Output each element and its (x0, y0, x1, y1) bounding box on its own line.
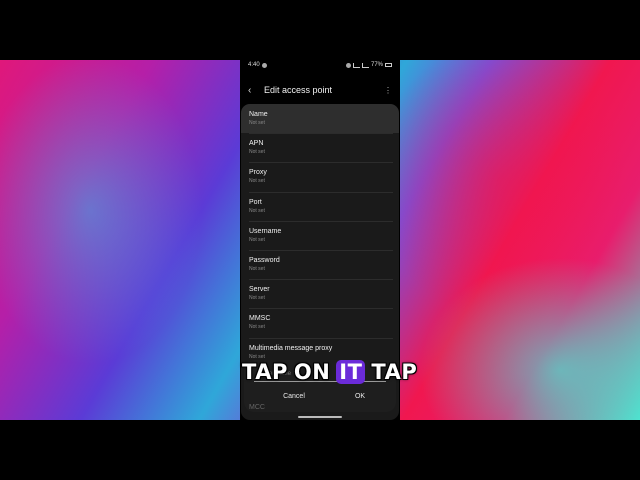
video-caption: TAP ON IT TAP (242, 358, 417, 386)
apn-field-server[interactable]: Server Not set (241, 279, 399, 308)
battery-icon (385, 63, 392, 67)
home-indicator (298, 416, 342, 418)
back-arrow-icon[interactable]: ‹ (248, 85, 262, 96)
wifi-icon (352, 62, 360, 68)
caption-word: TAP (371, 360, 418, 384)
apn-field-mmsc[interactable]: MMSC Not set (241, 308, 399, 337)
apn-field-name[interactable]: Name Not set (241, 104, 399, 134)
field-value: Not set (249, 295, 265, 302)
field-label: Password (249, 256, 280, 264)
alarm-icon (345, 62, 351, 68)
caption-word: TAP (242, 360, 288, 384)
caption-word: ON (293, 360, 331, 384)
field-value: Not set (249, 236, 265, 243)
apn-field-username[interactable]: Username Not set (241, 220, 399, 250)
apn-field-port[interactable]: Port Not set (241, 191, 399, 221)
field-value: Not set (249, 207, 265, 214)
apn-field-password[interactable]: Password Not set (241, 249, 399, 279)
caption-highlight-word: IT (336, 360, 366, 384)
field-label: APN (249, 140, 264, 148)
field-value: Not set (249, 149, 265, 156)
field-value: Not set (249, 178, 265, 185)
field-label: MMSC (249, 315, 271, 323)
field-label: Multimedia message proxy (249, 344, 333, 352)
field-value: Not set (249, 265, 265, 272)
battery-percent: 77% (370, 62, 383, 68)
field-label: Name (249, 111, 268, 118)
field-label: Proxy (249, 169, 267, 177)
apn-field-apn[interactable]: APN Not set (241, 133, 399, 162)
field-label: Port (249, 198, 262, 206)
app-bar: ‹ Edit access point ⋮ (240, 80, 400, 100)
cancel-button[interactable]: Cancel (264, 393, 324, 400)
more-options-icon[interactable]: ⋮ (384, 86, 392, 95)
status-time: 4:40 (248, 62, 260, 68)
field-label: Username (249, 227, 282, 235)
notification-icon (261, 62, 267, 68)
apn-field-mcc-label: MCC (249, 404, 265, 411)
status-bar: 4:40 77% (240, 60, 400, 70)
page-title: Edit access point (264, 85, 333, 95)
field-value: Not set (249, 324, 265, 331)
signal-icon (361, 62, 369, 68)
field-value: Not set (249, 120, 265, 126)
field-label: Server (249, 286, 270, 294)
ok-button[interactable]: OK (330, 393, 390, 400)
apn-field-proxy[interactable]: Proxy Not set (241, 162, 399, 191)
